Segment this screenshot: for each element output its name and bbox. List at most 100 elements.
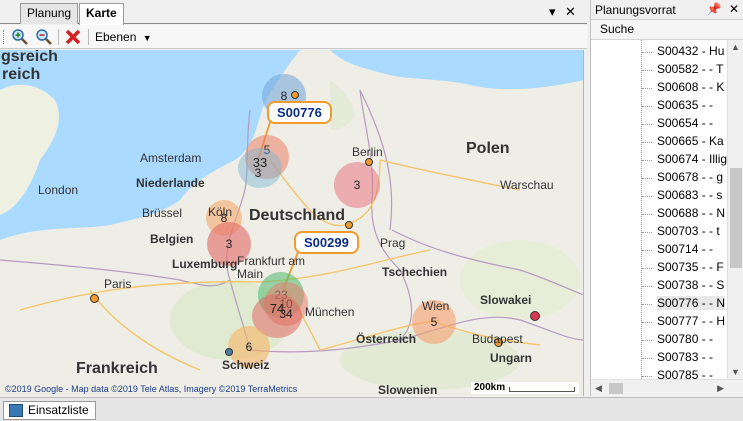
tab-karte[interactable]: Karte xyxy=(79,3,124,25)
pin-icon[interactable]: 📌 xyxy=(707,2,722,16)
map-scale: 200km xyxy=(471,382,579,394)
map-label-country: Ungarn xyxy=(490,351,532,365)
map-label-country: Luxemburg xyxy=(172,257,238,271)
map-label-city: Berlin xyxy=(352,145,383,159)
tree-item[interactable]: S00635 - - xyxy=(657,98,713,112)
map-label-city: Paris xyxy=(104,277,132,291)
tree-connector xyxy=(642,106,652,107)
map-marker[interactable] xyxy=(90,294,99,303)
panel-title: Planungsvorrat xyxy=(595,3,676,17)
tree-connector xyxy=(642,196,652,197)
document-tabstrip: Planung Karte ▾ ✕ xyxy=(0,0,587,25)
zoom-in-icon[interactable] xyxy=(11,28,29,46)
map-label-country: Niederlande xyxy=(136,176,205,190)
dropdown-arrow-icon: ▼ xyxy=(142,33,152,43)
tree-item[interactable]: S00703 - - t xyxy=(657,224,720,238)
scroll-down-icon[interactable]: ▼ xyxy=(731,367,740,377)
tree-connector xyxy=(642,142,652,143)
tab-einsatzliste[interactable]: Einsatzliste xyxy=(3,401,96,420)
map-marker[interactable] xyxy=(225,348,233,356)
tree-item[interactable]: S00738 - - S xyxy=(657,278,724,292)
tab-planung[interactable]: Planung xyxy=(20,3,79,24)
tree-item[interactable]: S00714 - - xyxy=(657,242,713,256)
tree-item[interactable]: S00582 - - T xyxy=(657,62,723,76)
tree-item[interactable]: S00432 - Hu xyxy=(657,44,724,58)
map-label-city: Köln xyxy=(208,205,233,219)
tree-connector xyxy=(642,88,652,89)
tree-item[interactable]: S00776 - - N xyxy=(657,296,726,310)
map-label-country: Tschechien xyxy=(382,265,448,279)
map-label-country: Slowakei xyxy=(480,293,532,307)
tree-item[interactable]: S00608 - - K xyxy=(657,80,724,94)
scroll-up-icon[interactable]: ▲ xyxy=(731,42,740,52)
search-button[interactable]: Suche xyxy=(591,20,743,40)
tree-connector xyxy=(642,358,652,359)
map-label-city: Amsterdam xyxy=(140,151,202,165)
vertical-scrollbar[interactable]: ▲ ▼ xyxy=(727,40,743,379)
tree-item[interactable]: S00665 - Ka xyxy=(657,134,724,148)
close-icon[interactable]: ✕ xyxy=(565,4,576,20)
map-label-city: München xyxy=(305,305,355,319)
tree-item[interactable]: S00654 - - xyxy=(657,116,713,130)
order-callout[interactable]: S00776 xyxy=(267,101,332,124)
map-label-country: Slowenien xyxy=(378,383,438,396)
map-cluster[interactable]: 3 xyxy=(334,162,380,208)
tree-item[interactable]: S00674 - Illig xyxy=(657,152,727,166)
horizontal-scrollbar[interactable]: ◀ ▶ xyxy=(591,379,743,396)
tree-connector xyxy=(642,376,652,377)
map-label-country: Polen xyxy=(466,140,510,157)
map-cluster[interactable]: 3 xyxy=(238,158,278,188)
map-label-country: Österreich xyxy=(356,332,417,346)
tree-connector xyxy=(642,214,652,215)
tab-dropdown-icon[interactable]: ▾ xyxy=(549,4,556,20)
planning-tree[interactable]: S00432 - Hu S00582 - - T S00608 - - K S0063… xyxy=(591,40,728,379)
map-marker[interactable] xyxy=(291,91,299,99)
map-canvas[interactable]: 8 5 33 3 3 8 3 23 10 74 34 6 5 gsreich r… xyxy=(0,50,584,396)
map-label-country: Schweiz xyxy=(222,358,270,372)
map-label-country: Frankreich xyxy=(76,360,158,377)
layers-label: Ebenen xyxy=(95,30,137,44)
tree-item[interactable]: S00785 - - xyxy=(657,368,713,379)
scroll-left-icon[interactable]: ◀ xyxy=(595,383,602,394)
map-label-city: Wien xyxy=(422,299,450,313)
toolbar-grip xyxy=(3,30,6,44)
map-marker[interactable] xyxy=(365,158,373,166)
tree-item[interactable]: S00683 - - s xyxy=(657,188,722,202)
order-callout[interactable]: S00299 xyxy=(294,231,359,254)
tree-connector xyxy=(642,268,652,269)
map-label-city: Warschau xyxy=(500,178,554,192)
scrollbar-thumb[interactable] xyxy=(730,168,742,268)
close-icon[interactable]: ✕ xyxy=(729,2,739,16)
tree-item[interactable]: S00678 - - g xyxy=(657,170,723,184)
delete-icon[interactable] xyxy=(64,28,82,46)
map-copyright: ©2019 Google - Map data ©2019 Tele Atlas… xyxy=(5,384,298,394)
tree-item[interactable]: S00777 - - H xyxy=(657,314,725,328)
tree-connector xyxy=(642,322,652,323)
map-marker[interactable] xyxy=(345,221,353,229)
tree-item[interactable]: S00735 - - F xyxy=(657,260,724,274)
tree-connector xyxy=(642,178,652,179)
tree-connector xyxy=(642,340,652,341)
map-label-country: gsreich xyxy=(1,50,58,65)
scale-bar xyxy=(509,387,575,392)
zoom-out-icon[interactable] xyxy=(35,28,53,46)
toolbar-separator xyxy=(88,29,89,45)
map-cluster[interactable]: 34 xyxy=(264,302,308,338)
map-label-city: Budapest xyxy=(472,332,523,346)
list-icon xyxy=(9,404,23,417)
map-marker[interactable] xyxy=(530,311,540,321)
map-label-city: Prag xyxy=(380,236,406,250)
map-label-country: reich xyxy=(2,66,41,83)
scrollbar-thumb[interactable] xyxy=(609,383,623,394)
map-label-city: Brüssel xyxy=(142,206,183,220)
tree-item[interactable]: S00780 - - xyxy=(657,332,713,346)
tree-connector xyxy=(641,40,642,379)
map-document: Planung Karte ▾ ✕ Ebenen ▼ 8 5 33 3 3 8 … xyxy=(0,0,587,396)
scroll-right-icon[interactable]: ▶ xyxy=(717,383,724,394)
tree-item[interactable]: S00783 - - xyxy=(657,350,713,364)
planning-pool-panel: Planungsvorrat 📌 ✕ Suche S00432 - Hu S005… xyxy=(590,0,743,396)
layers-menu-button[interactable]: Ebenen ▼ xyxy=(95,30,152,44)
tree-item[interactable]: S00688 - - N xyxy=(657,206,725,220)
panel-title-bar: Planungsvorrat 📌 ✕ xyxy=(591,0,743,20)
bottom-tab-bar: Einsatzliste xyxy=(0,397,743,421)
